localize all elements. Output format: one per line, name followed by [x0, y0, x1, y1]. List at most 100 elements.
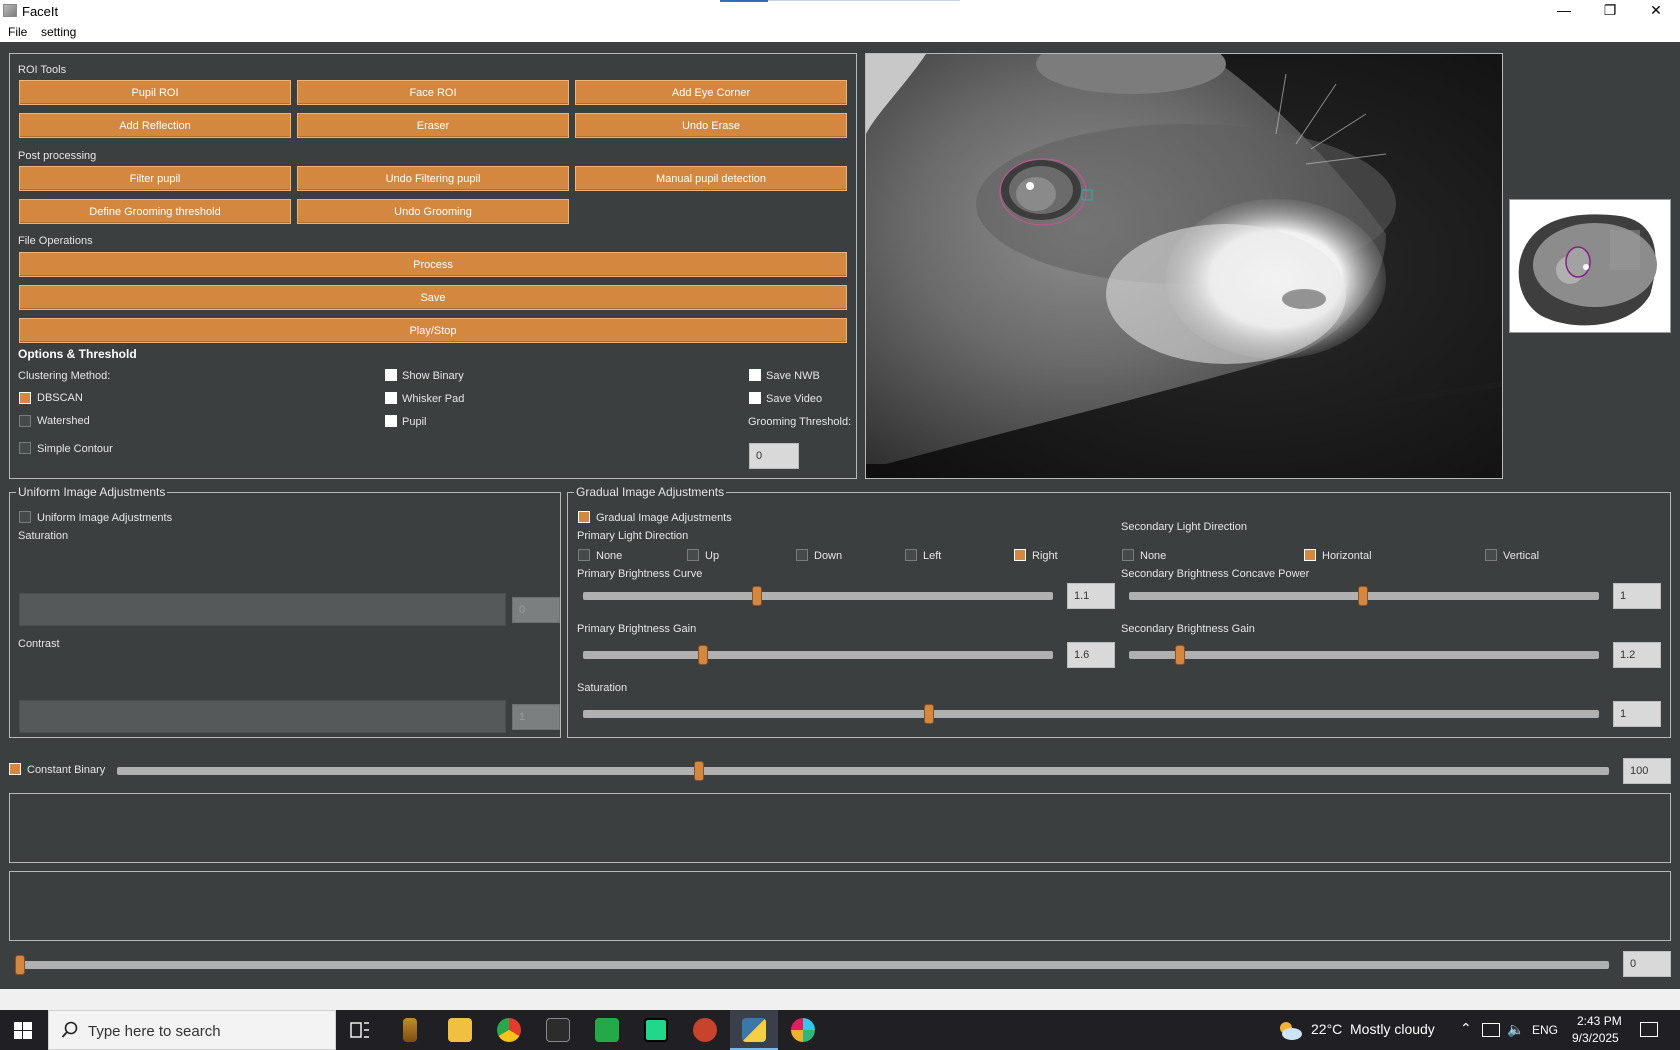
- slider-handle[interactable]: [752, 586, 762, 606]
- primary-dir-none-checkbox[interactable]: [578, 549, 590, 561]
- simple-contour-label: Simple Contour: [37, 443, 113, 455]
- gradual-saturation-slider[interactable]: [583, 703, 1599, 725]
- primary-brightness-gain-input[interactable]: 1.6: [1067, 642, 1115, 668]
- uniform-adjustments-checkbox[interactable]: [19, 511, 31, 523]
- watershed-checkbox[interactable]: [19, 415, 31, 427]
- filter-pupil-button[interactable]: Filter pupil: [19, 166, 291, 191]
- file-explorer-icon[interactable]: [448, 1018, 472, 1042]
- undo-erase-button[interactable]: Undo Erase: [575, 113, 847, 138]
- secondary-dir-vertical-checkbox[interactable]: [1485, 549, 1497, 561]
- search-icon: [61, 1021, 79, 1042]
- pupil-roi-button[interactable]: Pupil ROI: [19, 80, 291, 105]
- play-stop-button[interactable]: Play/Stop: [19, 318, 847, 343]
- undo-filtering-pupil-button[interactable]: Undo Filtering pupil: [297, 166, 569, 191]
- controls-panel: ROI Tools Pupil ROI Face ROI Add Eye Cor…: [9, 53, 857, 479]
- powerpoint-icon[interactable]: [693, 1018, 717, 1042]
- uniform-saturation-slider[interactable]: [19, 593, 506, 626]
- slider-handle[interactable]: [924, 704, 934, 724]
- secondary-dir-none-checkbox[interactable]: [1122, 549, 1134, 561]
- secondary-concave-power-slider[interactable]: [1129, 585, 1599, 607]
- face-roi-button[interactable]: Face ROI: [297, 80, 569, 105]
- slider-handle[interactable]: [698, 645, 708, 665]
- task-view-icon[interactable]: [350, 1021, 370, 1039]
- eraser-button[interactable]: Eraser: [297, 113, 569, 138]
- menu-file[interactable]: File: [8, 25, 27, 39]
- frame-index-input[interactable]: 0: [1623, 951, 1671, 977]
- search-placeholder: Type here to search: [88, 1023, 221, 1040]
- menu-bar: File setting: [0, 22, 1680, 42]
- weather-condition[interactable]: Mostly cloudy: [1350, 1021, 1435, 1037]
- chrome-icon[interactable]: [497, 1018, 521, 1042]
- slider-handle[interactable]: [15, 955, 25, 975]
- gradual-adjustments-title: Gradual Image Adjustments: [574, 485, 727, 499]
- close-button[interactable]: ✕: [1633, 0, 1679, 22]
- secondary-brightness-gain-input[interactable]: 1.2: [1613, 642, 1661, 668]
- video-frame-image[interactable]: [866, 34, 1503, 478]
- primary-brightness-curve-input[interactable]: 1.1: [1067, 583, 1115, 609]
- restore-button[interactable]: ❐: [1587, 0, 1633, 22]
- slider-track: [583, 651, 1053, 659]
- uniform-contrast-input[interactable]: 1: [512, 704, 560, 730]
- save-video-checkbox[interactable]: [749, 392, 761, 404]
- gradual-saturation-input[interactable]: 1: [1613, 701, 1661, 727]
- dbscan-checkbox[interactable]: [19, 392, 31, 404]
- clock-date[interactable]: 9/3/2025: [1572, 1031, 1619, 1045]
- pupil-roi-preview: [1509, 199, 1671, 333]
- clock-time[interactable]: 2:43 PM: [1577, 1014, 1622, 1028]
- frame-slider[interactable]: [15, 954, 1609, 976]
- secondary-dir-horizontal-checkbox[interactable]: [1304, 549, 1316, 561]
- primary-brightness-gain-slider[interactable]: [583, 644, 1053, 666]
- primary-dir-left-checkbox[interactable]: [905, 549, 917, 561]
- network-icon[interactable]: [1482, 1023, 1500, 1037]
- gradual-adjustments-checkbox[interactable]: [578, 511, 590, 523]
- pupil-checkbox[interactable]: [385, 415, 397, 427]
- show-hidden-icons-chevron-icon[interactable]: ⌃: [1460, 1020, 1472, 1037]
- notifications-icon[interactable]: [1640, 1022, 1658, 1037]
- add-eye-corner-button[interactable]: Add Eye Corner: [575, 80, 847, 105]
- terminal-icon[interactable]: [546, 1018, 570, 1042]
- slider-handle[interactable]: [694, 761, 704, 781]
- add-reflection-button[interactable]: Add Reflection: [19, 113, 291, 138]
- primary-dir-right-label: Right: [1032, 550, 1058, 562]
- manual-pupil-detection-button[interactable]: Manual pupil detection: [575, 166, 847, 191]
- grooming-threshold-input[interactable]: 0: [749, 443, 799, 469]
- language-indicator[interactable]: ENG: [1532, 1023, 1558, 1037]
- uniform-adjustments-title: Uniform Image Adjustments: [16, 485, 168, 499]
- weather-cloud-icon[interactable]: [1276, 1018, 1304, 1042]
- dataspell-icon[interactable]: [595, 1018, 619, 1042]
- process-button[interactable]: Process: [19, 252, 847, 277]
- slider-handle[interactable]: [1358, 586, 1368, 606]
- primary-dir-up-checkbox[interactable]: [687, 549, 699, 561]
- primary-brightness-curve-slider[interactable]: [583, 585, 1053, 607]
- primary-brightness-gain-label: Primary Brightness Gain: [577, 623, 697, 635]
- define-grooming-threshold-button[interactable]: Define Grooming threshold: [19, 199, 291, 224]
- slider-handle[interactable]: [1175, 645, 1185, 665]
- secondary-brightness-gain-slider[interactable]: [1129, 644, 1599, 666]
- slack-icon[interactable]: [791, 1018, 815, 1042]
- secondary-dir-horizontal-label: Horizontal: [1322, 550, 1372, 562]
- menu-setting[interactable]: setting: [41, 25, 76, 39]
- constant-binary-slider[interactable]: [117, 760, 1609, 782]
- simple-contour-checkbox[interactable]: [19, 442, 31, 454]
- secondary-concave-power-input[interactable]: 1: [1613, 583, 1661, 609]
- save-nwb-checkbox[interactable]: [749, 369, 761, 381]
- python-taskbar-button[interactable]: [730, 1010, 778, 1050]
- constant-binary-checkbox[interactable]: [9, 763, 21, 775]
- uniform-contrast-slider[interactable]: [19, 700, 506, 733]
- slider-track: [583, 592, 1053, 600]
- weather-temperature[interactable]: 22°C: [1311, 1021, 1342, 1037]
- pycharm-icon[interactable]: [644, 1018, 668, 1042]
- taskbar-search-box[interactable]: Type here to search: [48, 1010, 336, 1050]
- primary-dir-right-checkbox[interactable]: [1014, 549, 1026, 561]
- uniform-saturation-input[interactable]: 0: [512, 597, 560, 623]
- primary-dir-down-checkbox[interactable]: [796, 549, 808, 561]
- app-tool-icon[interactable]: [403, 1018, 417, 1042]
- whisker-pad-checkbox[interactable]: [385, 392, 397, 404]
- undo-grooming-button[interactable]: Undo Grooming: [297, 199, 569, 224]
- minimize-button[interactable]: —: [1541, 0, 1587, 22]
- windows-start-icon[interactable]: [14, 1022, 32, 1039]
- constant-binary-input[interactable]: 100: [1623, 758, 1671, 784]
- volume-icon[interactable]: 🔈: [1507, 1021, 1524, 1038]
- show-binary-checkbox[interactable]: [385, 369, 397, 381]
- save-button[interactable]: Save: [19, 285, 847, 310]
